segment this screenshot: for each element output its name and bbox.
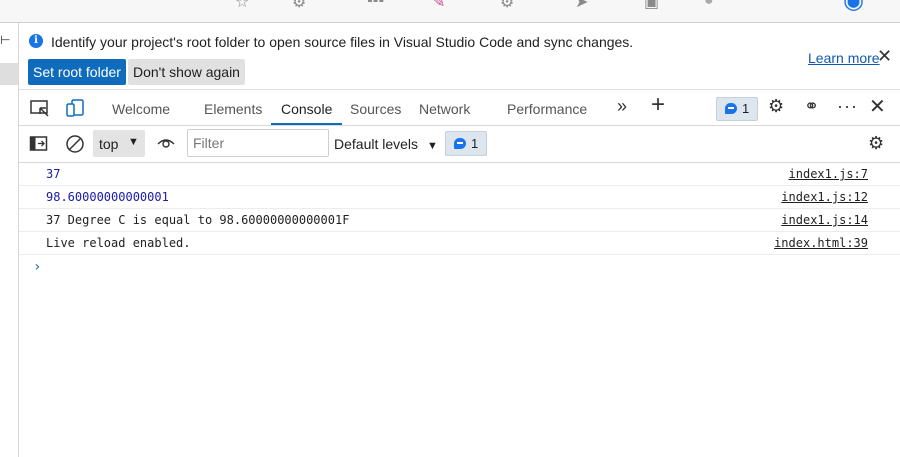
devtools-tab-bar: Welcome Elements Console Sources Network… (19, 90, 900, 126)
console-row: Live reload enabled. index.html:39 (19, 232, 900, 255)
tab-console[interactable]: Console (270, 90, 343, 125)
dont-show-again-button[interactable]: Don't show again (128, 59, 245, 85)
apps-icon[interactable]: ▪▪▪ (367, 0, 384, 10)
profile-avatar[interactable]: ● (704, 0, 714, 10)
issues-badge[interactable]: 1 (716, 97, 758, 121)
extension-icon[interactable]: ⚙ (292, 0, 306, 12)
more-tabs-chevron-icon[interactable]: » (617, 96, 627, 117)
issues-icon (454, 138, 466, 149)
bookmark-icon[interactable]: ☆ (235, 0, 249, 12)
issues-icon (725, 103, 737, 114)
info-icon: i (29, 34, 43, 48)
console-row: 37 Degree C is equal to 98.6000000000000… (19, 209, 900, 232)
issues-count: 1 (742, 101, 750, 116)
close-infobar-icon[interactable]: ✕ (877, 46, 892, 67)
set-root-folder-button[interactable]: Set root folder (28, 59, 126, 85)
live-expression-eye-icon[interactable] (156, 136, 176, 152)
copilot-icon[interactable]: ◉ (843, 0, 864, 15)
console-prompt-chevron-icon[interactable]: › (33, 259, 41, 275)
tab-network[interactable]: Network (419, 90, 470, 125)
share-icon[interactable]: ➤ (575, 0, 588, 12)
source-link[interactable]: index1.js:12 (781, 190, 868, 204)
chevron-down-icon: ▼ (427, 140, 438, 152)
infobar-message: Identify your project's root folder to o… (51, 34, 634, 50)
more-options-icon[interactable]: ··· (837, 96, 858, 117)
source-link[interactable]: index1.js:7 (789, 167, 868, 181)
collapse-arrow-icon[interactable]: ⊢ (0, 33, 10, 47)
selected-item (0, 63, 18, 85)
add-tab-plus-icon[interactable]: + (651, 91, 665, 119)
close-devtools-icon[interactable]: ✕ (869, 94, 886, 119)
source-link[interactable]: index.html:39 (774, 236, 868, 250)
console-message: 37 Degree C is equal to 98.6000000000000… (46, 213, 350, 227)
context-selector[interactable]: top ▼ (93, 130, 145, 157)
settings-icon[interactable]: ⚙ (500, 0, 514, 12)
tab-elements[interactable]: Elements (204, 90, 262, 125)
console-message: 98.60000000000001 (46, 190, 169, 204)
console-output: 37 index1.js:7 98.60000000000001 index1.… (19, 163, 900, 457)
sidebar-toggle-icon[interactable] (29, 135, 49, 153)
source-link[interactable]: index1.js:14 (781, 213, 868, 227)
tab-sources[interactable]: Sources (350, 90, 401, 125)
console-issues-count: 1 (471, 136, 479, 151)
console-row: 37 index1.js:7 (19, 163, 900, 186)
filter-input[interactable] (187, 129, 329, 157)
clear-console-icon[interactable] (65, 134, 85, 154)
collections-icon[interactable]: ✎ (432, 0, 445, 12)
console-issues-badge[interactable]: 1 (445, 131, 487, 156)
console-message: 37 (46, 167, 61, 181)
tab-welcome[interactable]: Welcome (112, 90, 170, 125)
console-toolbar: top ▼ Default levels ▼ 1 ⚙ (19, 126, 900, 163)
learn-more-link[interactable]: Learn more (808, 50, 880, 66)
device-emulation-icon[interactable] (64, 97, 86, 119)
log-levels-dropdown[interactable]: Default levels ▼ (334, 136, 438, 152)
log-levels-label: Default levels (334, 136, 419, 152)
console-settings-gear-icon[interactable]: ⚙ (868, 133, 884, 154)
customize-icon[interactable]: ⚭ (804, 96, 819, 117)
page-side-strip: ⊢ (0, 23, 19, 457)
screenshot-icon[interactable]: ▣ (644, 0, 659, 12)
tab-performance[interactable]: Performance (507, 90, 587, 125)
console-message: Live reload enabled. (46, 236, 191, 250)
browser-toolbar-strip: ☆ ⚙ ▪▪▪ ✎ ⚙ ➤ ▣ ● ◉ (0, 0, 900, 23)
inspect-element-icon[interactable] (29, 97, 51, 119)
infobar: i Identify your project's root folder to… (19, 23, 900, 90)
settings-gear-icon[interactable]: ⚙ (768, 96, 784, 117)
context-value: top (99, 136, 119, 152)
console-row: 98.60000000000001 index1.js:12 (19, 186, 900, 209)
devtools-panel: i Identify your project's root folder to… (19, 23, 900, 457)
chevron-down-icon: ▼ (128, 136, 139, 148)
